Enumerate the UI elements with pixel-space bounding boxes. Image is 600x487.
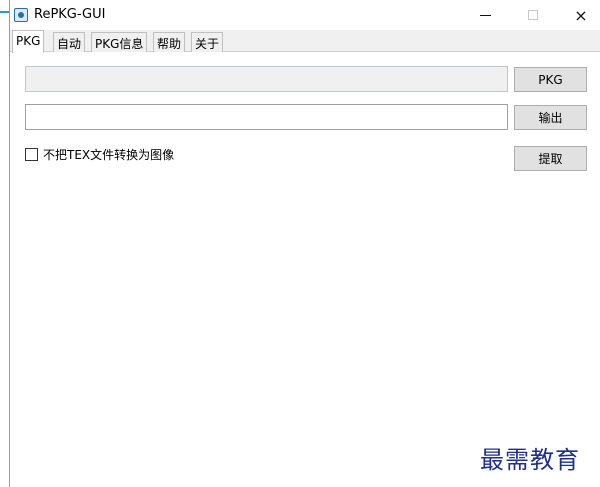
no-tex-convert-checkbox[interactable]	[25, 147, 38, 161]
close-icon: ×	[574, 5, 588, 25]
title-bar[interactable]: RePKG-GUI ×	[10, 0, 600, 30]
watermark-text: 最需教育	[480, 446, 580, 474]
close-button[interactable]: ×	[558, 0, 600, 30]
maximize-icon	[528, 10, 538, 20]
window-title: RePKG-GUI	[34, 7, 106, 22]
tab-auto[interactable]: 自动	[53, 32, 86, 52]
minimize-button[interactable]	[462, 0, 508, 30]
no-tex-convert-option[interactable]: 不把TEX文件转换为图像	[25, 146, 174, 162]
output-path-input[interactable]	[25, 104, 508, 130]
maximize-button[interactable]	[510, 0, 556, 30]
tab-pkg[interactable]: PKG	[12, 30, 45, 53]
minimize-icon	[479, 14, 491, 16]
pkg-path-input[interactable]	[25, 66, 508, 92]
no-tex-convert-label: 不把TEX文件转换为图像	[43, 147, 175, 162]
app-window: RePKG-GUI × PKG 自动 PKG信息 帮助 关于 PKG 输出 不把…	[9, 0, 600, 487]
output-button[interactable]: 输出	[514, 105, 587, 130]
tab-content-pkg: PKG 输出 不把TEX文件转换为图像 提取	[10, 52, 600, 487]
tab-pkg-info[interactable]: PKG信息	[91, 32, 148, 52]
pkg-button[interactable]: PKG	[514, 67, 587, 92]
tab-help[interactable]: 帮助	[153, 32, 186, 52]
tab-strip: PKG 自动 PKG信息 帮助 关于	[10, 30, 600, 53]
tab-about[interactable]: 关于	[191, 32, 224, 52]
extract-button[interactable]: 提取	[514, 146, 587, 171]
app-icon	[14, 8, 28, 22]
